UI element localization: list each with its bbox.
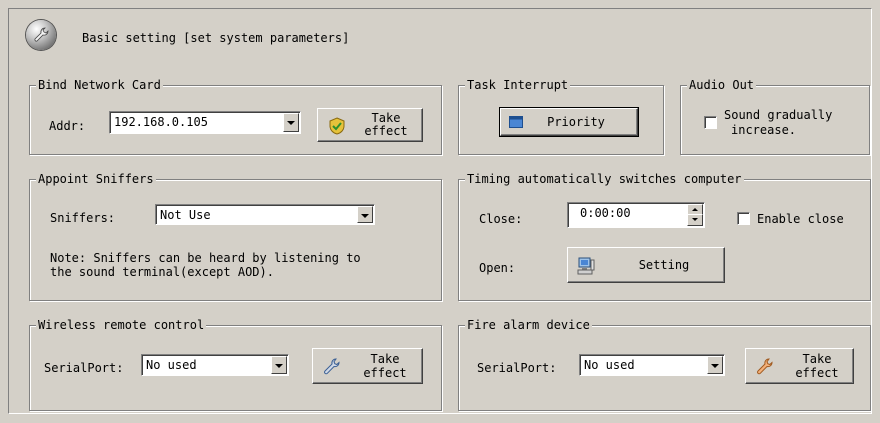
sniffers-value: Not Use <box>160 208 211 222</box>
computer-icon <box>577 257 595 275</box>
wireless-serialport-value: No used <box>146 358 197 372</box>
addr-value: 192.168.0.105 <box>114 115 208 129</box>
fire-alarm-group: Fire alarm device SerialPort: No used Ta… <box>458 318 871 411</box>
chevron-down-icon[interactable] <box>283 113 299 132</box>
group-legend: Appoint Sniffers <box>36 172 156 187</box>
group-legend: Timing automatically switches computer <box>465 172 744 187</box>
addr-label: Addr: <box>49 119 86 133</box>
timing-group: Timing automatically switches computer C… <box>458 172 871 301</box>
wireless-remote-group: Wireless remote control SerialPort: No u… <box>29 318 442 411</box>
sound-gradually-label-line1: Sound gradually <box>724 108 833 122</box>
group-legend: Task Interrupt <box>465 78 571 93</box>
window-icon <box>509 116 523 128</box>
addr-dropdown[interactable]: 192.168.0.105 <box>109 111 301 134</box>
enable-close-checkbox[interactable] <box>737 212 750 225</box>
bind-take-effect-button[interactable]: Take effect <box>317 108 423 142</box>
wireless-serialport-dropdown[interactable]: No used <box>141 354 289 376</box>
take-effect-line1: Take <box>802 352 832 366</box>
fire-serialport-value: No used <box>584 358 635 372</box>
chevron-down-icon[interactable] <box>707 356 723 374</box>
open-setting-button[interactable]: Setting <box>567 247 725 283</box>
take-effect-line1: Take <box>370 352 400 366</box>
group-legend: Wireless remote control <box>36 318 207 333</box>
close-label: Close: <box>479 212 523 226</box>
bind-network-card-group: Bind Network Card Addr: 192.168.0.105 Ta… <box>29 78 442 155</box>
sound-gradually-checkbox[interactable] <box>704 116 717 129</box>
audio-out-group: Audio Out Sound gradually increase. <box>680 78 870 155</box>
take-effect-line2: effect <box>363 366 407 380</box>
wireless-take-effect-button[interactable]: Take effect <box>312 348 423 384</box>
sniffers-note-line1: Note: Sniffers can be heard by listening… <box>50 251 361 265</box>
priority-label: Priority <box>547 115 605 129</box>
serialport-label: SerialPort: <box>477 361 557 375</box>
close-time-spinner[interactable]: 0:00:00 <box>567 202 705 228</box>
group-legend: Fire alarm device <box>465 318 592 333</box>
page-title: Basic setting [set system parameters] <box>82 31 350 45</box>
setting-label: Setting <box>638 258 690 272</box>
spin-down-icon[interactable] <box>687 214 703 226</box>
chevron-down-icon[interactable] <box>271 356 287 374</box>
priority-button[interactable]: Priority <box>499 107 639 137</box>
enable-close-label: Enable close <box>757 212 844 226</box>
open-label: Open: <box>479 261 516 275</box>
serialport-label: SerialPort: <box>44 361 124 375</box>
appoint-sniffers-group: Appoint Sniffers Sniffers: Not Use Note:… <box>29 172 442 301</box>
sound-gradually-label-line2: increase. <box>731 123 797 137</box>
chevron-down-icon[interactable] <box>357 206 373 223</box>
group-legend: Bind Network Card <box>36 78 163 93</box>
group-legend: Audio Out <box>687 78 757 93</box>
fire-take-effect-button[interactable]: Take effect <box>745 348 854 384</box>
wrench-icon <box>757 358 773 375</box>
sniffers-note-line2: the sound terminal(except AOD). <box>50 265 274 279</box>
take-effect-line2: effect <box>364 124 408 138</box>
sniffers-label: Sniffers: <box>50 211 116 225</box>
close-time-value: 0:00:00 <box>580 206 631 220</box>
wrench-icon <box>324 358 340 375</box>
sniffers-dropdown[interactable]: Not Use <box>155 204 375 225</box>
fire-serialport-dropdown[interactable]: No used <box>579 354 725 376</box>
task-interrupt-group: Task Interrupt Priority <box>458 78 664 155</box>
take-effect-line2: effect <box>795 366 839 380</box>
shield-icon <box>329 117 345 135</box>
wrench-icon <box>26 20 56 50</box>
